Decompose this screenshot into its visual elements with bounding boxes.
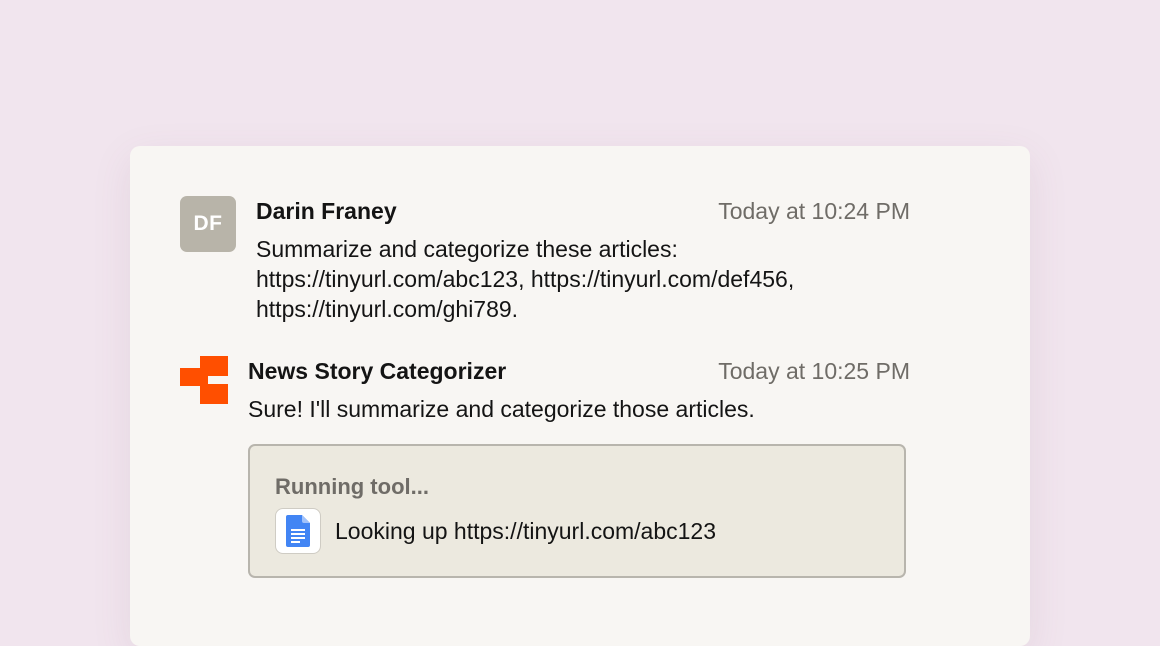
timestamp: Today at 10:24 PM	[718, 198, 910, 224]
avatar[interactable]: DF	[180, 196, 236, 252]
message-body: Darin Franey Today at 10:24 PM Summarize…	[256, 196, 910, 324]
avatar-initials: DF	[193, 212, 223, 235]
message-body: News Story Categorizer Today at 10:25 PM…	[248, 356, 910, 578]
message-text: Sure! I'll summarize and categorize thos…	[248, 396, 755, 422]
chat-card: DF Darin Franey Today at 10:24 PM Summar…	[130, 146, 1030, 646]
app-logo-icon	[180, 356, 228, 404]
message-header: Darin Franey Today at 10:24 PM	[256, 198, 910, 228]
author-name[interactable]: News Story Categorizer	[248, 358, 506, 385]
tool-action-text: Looking up https://tinyurl.com/abc123	[335, 517, 717, 544]
tool-status-panel: Running tool... Looking up https://tinyu…	[248, 444, 906, 578]
timestamp: Today at 10:25 PM	[718, 358, 910, 384]
google-docs-icon	[275, 508, 321, 554]
author-name[interactable]: Darin Franey	[256, 198, 397, 225]
tool-action-row: Looking up https://tinyurl.com/abc123	[275, 508, 716, 554]
message-text: Summarize and categorize these articles:…	[256, 236, 795, 322]
message-header: News Story Categorizer Today at 10:25 PM	[248, 358, 910, 388]
tool-status-label: Running tool...	[275, 474, 429, 499]
